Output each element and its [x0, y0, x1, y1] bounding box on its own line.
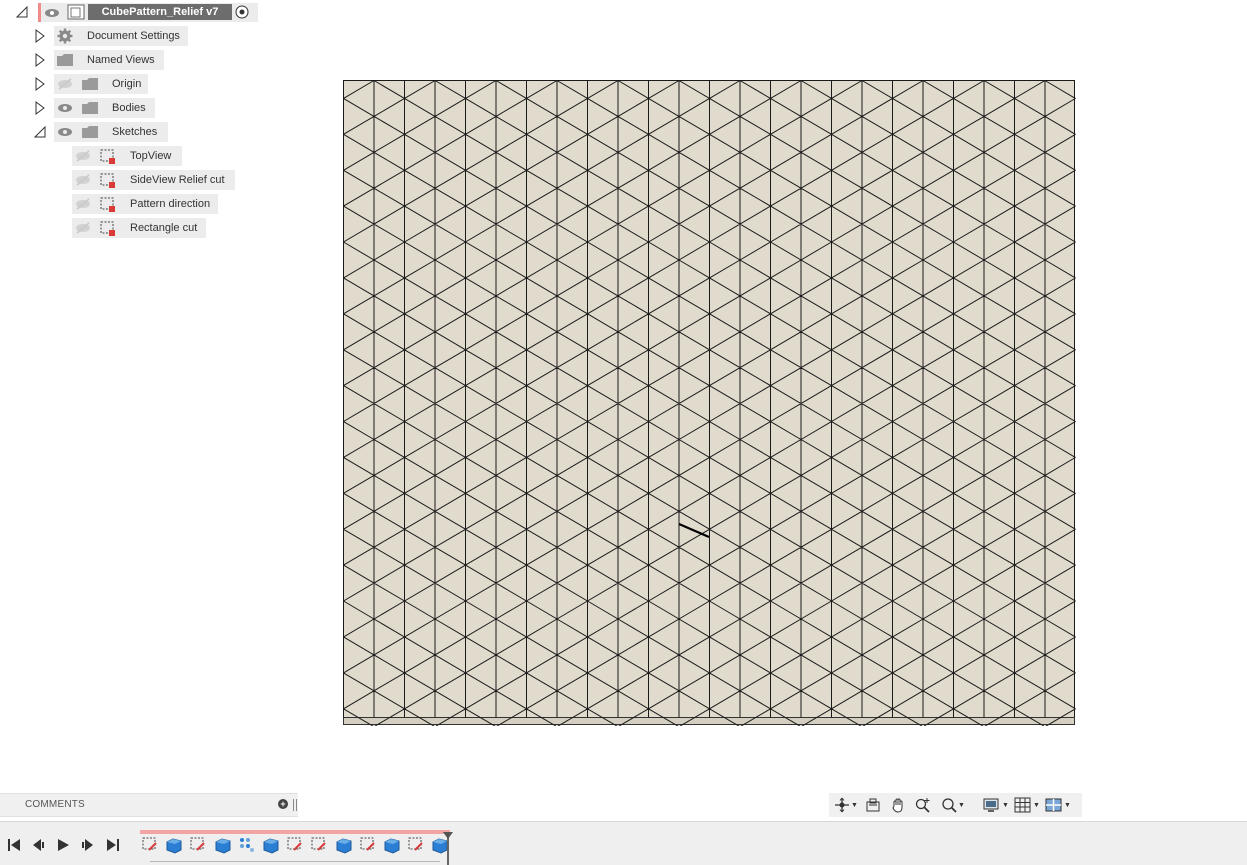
eye-icon[interactable] [55, 122, 75, 142]
expand-named-views-icon[interactable] [34, 52, 46, 68]
expand-origin-icon[interactable] [34, 76, 46, 92]
eye-hidden-icon[interactable] [55, 74, 75, 94]
fit-icon[interactable]: ▼ [937, 793, 969, 817]
timeline-extrude-icon[interactable] [335, 836, 353, 854]
tree-label-sketches: Sketches [112, 126, 158, 138]
eye-hidden-icon[interactable] [73, 194, 93, 214]
timeline-pattern-icon[interactable] [238, 836, 256, 854]
sketch-icon [98, 218, 118, 238]
timeline-sketch-icon[interactable] [141, 836, 159, 854]
sketch-icon [98, 170, 118, 190]
expand-document-settings-icon[interactable] [34, 28, 46, 44]
tree-label-document-settings: Document Settings [87, 30, 180, 42]
model-bottom-edge [343, 717, 1075, 725]
collapse-root-icon[interactable] [16, 4, 28, 20]
navigation-bar: ▼ ▼ ▼ ▼ ▼ [829, 793, 1082, 817]
comments-resize-handle[interactable] [293, 799, 297, 811]
eye-icon[interactable] [42, 3, 62, 23]
root-title[interactable]: CubePattern_Relief v7 [88, 4, 232, 20]
pan-icon[interactable] [887, 793, 909, 817]
timeline-sketch-icon[interactable] [359, 836, 377, 854]
model-viewport-body[interactable] [343, 80, 1076, 726]
comments-label: COMMENTS [25, 799, 85, 810]
sketch-icon [98, 146, 118, 166]
tree-label-bodies: Bodies [112, 102, 146, 114]
go-to-start-icon[interactable] [6, 837, 22, 853]
activate-radio-icon[interactable] [232, 2, 252, 22]
collapse-sketches-icon[interactable] [34, 124, 46, 140]
timeline-extrude-icon[interactable] [214, 836, 232, 854]
timeline-sketch-icon[interactable] [189, 836, 207, 854]
eye-hidden-icon[interactable] [73, 170, 93, 190]
tree-label-sketch-pattern-direction: Pattern direction [130, 198, 211, 210]
tree-label-sketch-topview: TopView [130, 150, 172, 162]
component-icon [66, 2, 86, 22]
tree-label-origin: Origin [112, 78, 142, 90]
eye-hidden-icon[interactable] [73, 146, 93, 166]
timeline-marker-head[interactable] [443, 832, 453, 839]
step-forward-icon[interactable] [80, 837, 96, 853]
viewports-icon[interactable]: ▼ [1043, 793, 1073, 817]
folder-icon [55, 50, 75, 70]
timeline-sketch-icon[interactable] [407, 836, 425, 854]
timeline-range-bar[interactable] [140, 830, 450, 834]
tree-label-named-views: Named Views [87, 54, 155, 66]
comments-panel[interactable]: COMMENTS + [0, 793, 298, 817]
expand-bodies-icon[interactable] [34, 100, 46, 116]
look-at-icon[interactable] [862, 793, 884, 817]
play-icon[interactable] [55, 837, 71, 853]
eye-icon[interactable] [55, 98, 75, 118]
sketch-icon [98, 194, 118, 214]
orbit-icon[interactable]: ▼ [832, 793, 860, 817]
timeline-sketch-icon[interactable] [286, 836, 304, 854]
timeline-extrude-icon[interactable] [262, 836, 280, 854]
go-to-end-icon[interactable] [105, 837, 121, 853]
folder-icon [80, 74, 100, 94]
root-accent [38, 3, 41, 22]
timeline-extrude-icon[interactable] [165, 836, 183, 854]
gear-icon [55, 26, 75, 46]
display-settings-icon[interactable]: ▼ [981, 793, 1011, 817]
timeline-track [150, 857, 440, 862]
grid-settings-icon[interactable]: ▼ [1012, 793, 1042, 817]
tree-label-sketch-rectangle-cut: Rectangle cut [130, 222, 198, 234]
folder-icon [80, 98, 100, 118]
tree-label-sketch-sideview: SideView Relief cut [130, 174, 225, 186]
step-back-icon[interactable] [30, 837, 46, 853]
timeline-extrude-icon[interactable] [383, 836, 401, 854]
folder-icon [80, 122, 100, 142]
zoom-icon[interactable] [912, 793, 934, 817]
eye-hidden-icon[interactable] [73, 218, 93, 238]
add-comment-icon[interactable]: + [278, 799, 288, 809]
timeline-panel [0, 821, 1247, 865]
timeline-sketch-icon[interactable] [310, 836, 328, 854]
